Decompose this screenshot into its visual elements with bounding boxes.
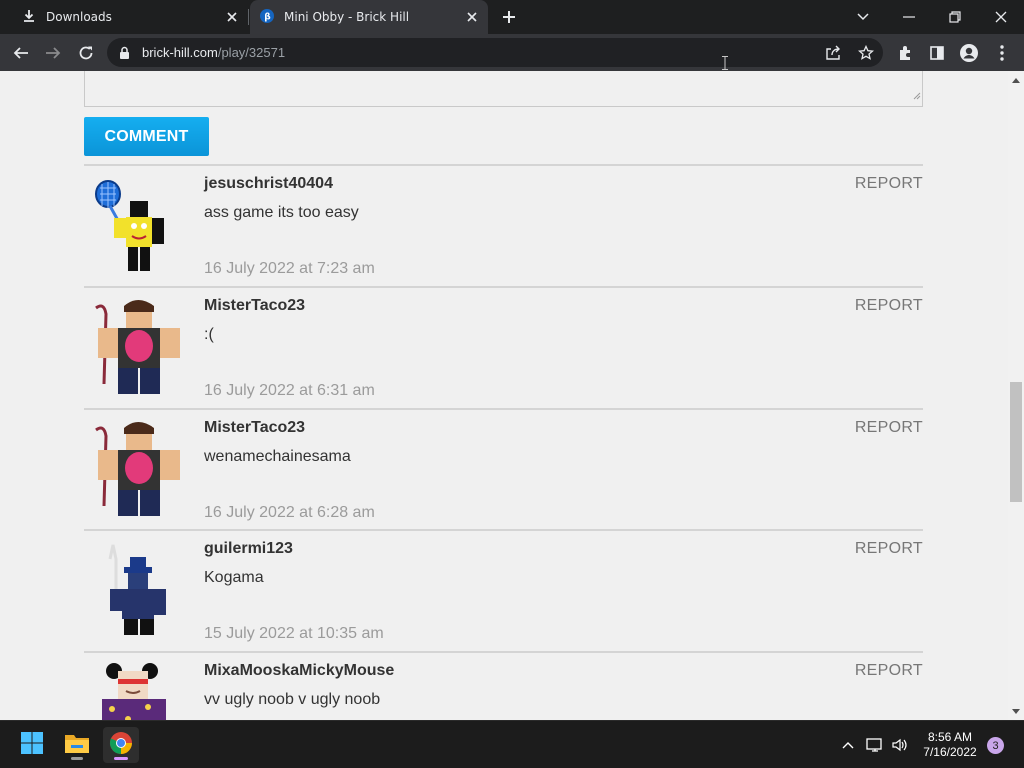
- comment-username[interactable]: guilermi123: [204, 540, 293, 558]
- comment-username[interactable]: MisterTaco23: [204, 297, 305, 315]
- comment-text: wenamechainesama: [204, 448, 351, 465]
- windows-taskbar: 8:56 AM 7/16/2022 3: [0, 720, 1024, 768]
- notification-badge[interactable]: 3: [987, 737, 1004, 754]
- address-bar[interactable]: brick-hill.com/play/32571: [107, 38, 883, 67]
- running-indicator: [71, 757, 83, 760]
- file-explorer-button[interactable]: [59, 727, 95, 763]
- share-icon[interactable]: [823, 43, 843, 63]
- side-panel-icon[interactable]: [924, 40, 950, 66]
- clock-date: 7/16/2022: [923, 745, 977, 759]
- url-domain: brick-hill.com: [142, 45, 218, 60]
- active-indicator: [114, 757, 128, 760]
- restore-button[interactable]: [932, 0, 978, 34]
- report-link[interactable]: REPORT: [855, 662, 923, 680]
- url-text[interactable]: brick-hill.com/play/32571: [142, 45, 285, 60]
- tab-separator: [248, 9, 249, 25]
- tab-title: Mini Obby - Brick Hill: [284, 10, 410, 24]
- comment-date: 15 July 2022 at 10:35 am: [204, 625, 384, 642]
- windows-logo-icon: [20, 731, 44, 759]
- user-avatar[interactable]: [88, 296, 180, 396]
- forward-button[interactable]: [40, 40, 66, 66]
- comment-item: MixaMooskaMickyMouse vv ugly noob v ugly…: [84, 651, 923, 720]
- page-content: COMMENT jesuschrist40404 ass game its to…: [0, 71, 1008, 720]
- start-button[interactable]: [14, 727, 50, 763]
- tab-search-icon[interactable]: [840, 0, 886, 34]
- report-link[interactable]: REPORT: [855, 175, 923, 193]
- chrome-taskbar-button[interactable]: [103, 727, 139, 763]
- scrollbar-thumb[interactable]: [1010, 382, 1022, 502]
- comment-text: :(: [204, 326, 214, 343]
- folder-icon: [64, 732, 90, 758]
- volume-icon[interactable]: [891, 736, 909, 754]
- svg-text:β: β: [264, 12, 271, 22]
- clock-time: 8:56 AM: [927, 730, 973, 744]
- user-avatar[interactable]: [88, 539, 180, 639]
- comment-item: MisterTaco23 :( 16 July 2022 at 6:31 am …: [84, 286, 923, 408]
- user-avatar[interactable]: [88, 174, 180, 274]
- menu-kebab-icon[interactable]: [989, 40, 1015, 66]
- resize-grip-icon[interactable]: [913, 87, 921, 105]
- url-path: /play/32571: [217, 45, 286, 60]
- report-link[interactable]: REPORT: [855, 419, 923, 437]
- comment-text: Kogama: [204, 569, 264, 586]
- report-link[interactable]: REPORT: [855, 297, 923, 315]
- comment-text: ass game its too easy: [204, 204, 359, 221]
- minimize-button[interactable]: [886, 0, 932, 34]
- close-tab-icon[interactable]: [224, 9, 240, 25]
- comment-username[interactable]: MixaMooskaMickyMouse: [204, 662, 394, 680]
- text-cursor-icon: [722, 55, 728, 70]
- profile-avatar-icon[interactable]: [956, 40, 982, 66]
- show-hidden-icons-chevron-icon[interactable]: [839, 736, 857, 754]
- comment-date: 16 July 2022 at 6:31 am: [204, 382, 375, 399]
- user-avatar[interactable]: [88, 418, 180, 518]
- comment-button[interactable]: COMMENT: [84, 117, 209, 156]
- network-icon[interactable]: [866, 736, 884, 754]
- tab-downloads[interactable]: Downloads: [10, 0, 248, 34]
- reload-button[interactable]: [73, 40, 99, 66]
- scroll-down-arrow-icon[interactable]: [1008, 704, 1024, 718]
- comment-textarea[interactable]: [84, 71, 923, 107]
- comment-date: 16 July 2022 at 7:23 am: [204, 260, 375, 277]
- close-tab-icon[interactable]: [464, 9, 480, 25]
- new-tab-button[interactable]: [498, 7, 520, 27]
- tab-title: Downloads: [46, 10, 112, 24]
- user-avatar[interactable]: [88, 661, 180, 720]
- lock-icon[interactable]: [119, 45, 130, 64]
- system-clock[interactable]: 8:56 AM 7/16/2022: [914, 730, 986, 760]
- close-window-button[interactable]: [978, 0, 1024, 34]
- report-link[interactable]: REPORT: [855, 540, 923, 558]
- comment-item: guilermi123 Kogama 15 July 2022 at 10:35…: [84, 529, 923, 651]
- comment-item: MisterTaco23 wenamechainesama 16 July 20…: [84, 408, 923, 530]
- comment-date: 16 July 2022 at 6:28 am: [204, 504, 375, 521]
- back-button[interactable]: [8, 40, 34, 66]
- comment-item: jesuschrist40404 ass game its too easy 1…: [84, 164, 923, 286]
- chrome-icon: [109, 731, 133, 759]
- tab-mini-obby[interactable]: β Mini Obby - Brick Hill: [250, 0, 488, 34]
- scroll-up-arrow-icon[interactable]: [1008, 73, 1024, 87]
- comment-username[interactable]: MisterTaco23: [204, 419, 305, 437]
- browser-toolbar: brick-hill.com/play/32571: [0, 34, 1024, 71]
- extensions-icon[interactable]: [892, 40, 918, 66]
- bookmark-star-icon[interactable]: [856, 43, 876, 63]
- comment-username[interactable]: jesuschrist40404: [204, 175, 333, 193]
- brick-hill-favicon: β: [260, 8, 274, 26]
- comment-text: vv ugly noob v ugly noob: [204, 691, 381, 708]
- tab-strip: Downloads β Mini Obby - Brick Hill: [0, 0, 1024, 34]
- download-icon: [22, 9, 36, 26]
